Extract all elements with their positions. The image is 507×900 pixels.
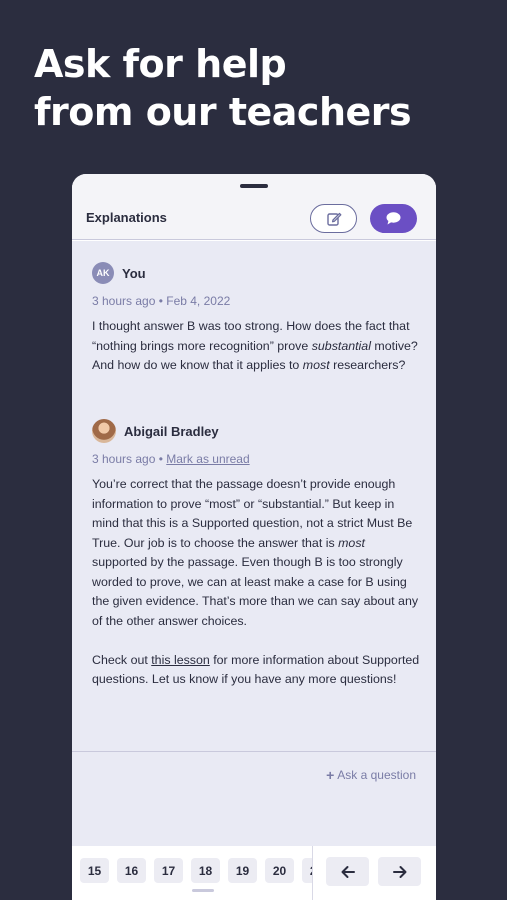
- message-meta: 3 hours ago • Mark as unread: [92, 452, 422, 466]
- page-button[interactable]: 18: [191, 858, 220, 883]
- edit-button[interactable]: [310, 204, 357, 233]
- author-row: Abigail Bradley: [92, 419, 422, 443]
- headline-line-1: Ask for help: [34, 42, 287, 86]
- scroll-indicator: [192, 889, 214, 892]
- divider: [72, 751, 436, 752]
- message-teacher: Abigail Bradley 3 hours ago • Mark as un…: [92, 419, 422, 690]
- panel-title: Explanations: [86, 210, 167, 225]
- previous-button[interactable]: [326, 857, 369, 886]
- plus-icon: +: [326, 767, 335, 783]
- page-button[interactable]: 17: [154, 858, 183, 883]
- body-text-segment: Check out: [92, 652, 152, 667]
- question-navigator: 15 16 17 18 19 20 21: [72, 846, 436, 900]
- edit-icon: [326, 212, 341, 226]
- message-you: AK You 3 hours ago • Feb 4, 2022 I thoug…: [92, 261, 422, 376]
- page-button[interactable]: 20: [265, 858, 294, 883]
- author-name: You: [122, 265, 146, 281]
- arrow-right-icon: [392, 865, 406, 878]
- body-text-segment: supported by the passage. Even though B …: [92, 555, 419, 628]
- drag-handle[interactable]: [240, 184, 268, 188]
- message-body: You’re correct that the passage doesn’t …: [92, 475, 422, 690]
- page-button[interactable]: 19: [228, 858, 257, 883]
- ask-question-button[interactable]: + Ask a question: [326, 767, 416, 783]
- arrow-left-icon: [341, 865, 355, 878]
- body-text-emphasis: most: [302, 358, 330, 372]
- divider: [312, 846, 313, 900]
- ask-question-label: Ask a question: [337, 768, 416, 782]
- page-list[interactable]: 15 16 17 18 19 20 21: [80, 858, 312, 884]
- panel-header: Explanations: [72, 174, 436, 240]
- explanations-panel: Explanations AK You 3 hours ago • Feb 4,…: [72, 174, 436, 900]
- avatar: [92, 419, 116, 443]
- mark-as-unread-link[interactable]: Mark as unread: [166, 452, 249, 466]
- avatar: AK: [92, 262, 114, 284]
- message-meta: 3 hours ago • Feb 4, 2022: [92, 294, 231, 308]
- page-button[interactable]: 15: [80, 858, 109, 883]
- author-row: AK You: [92, 261, 422, 285]
- body-text-emphasis: most: [338, 535, 365, 550]
- chat-bubble-icon: [386, 212, 401, 225]
- body-text-emphasis: substantial: [311, 338, 371, 353]
- message-time: 3 hours ago •: [92, 452, 163, 466]
- next-button[interactable]: [378, 857, 421, 886]
- lesson-link[interactable]: this lesson: [151, 653, 210, 667]
- page-button[interactable]: 21: [302, 858, 312, 883]
- headline-line-2: from our teachers: [34, 90, 412, 134]
- page-button[interactable]: 16: [117, 858, 146, 883]
- chat-button[interactable]: [370, 204, 417, 233]
- conversation: AK You 3 hours ago • Feb 4, 2022 I thoug…: [72, 241, 436, 846]
- author-name: Abigail Bradley: [124, 423, 219, 439]
- headline: Ask for help from our teachers: [34, 40, 412, 136]
- message-body: I thought answer B was too strong. How d…: [92, 317, 422, 376]
- body-text-segment: researchers?: [329, 358, 406, 372]
